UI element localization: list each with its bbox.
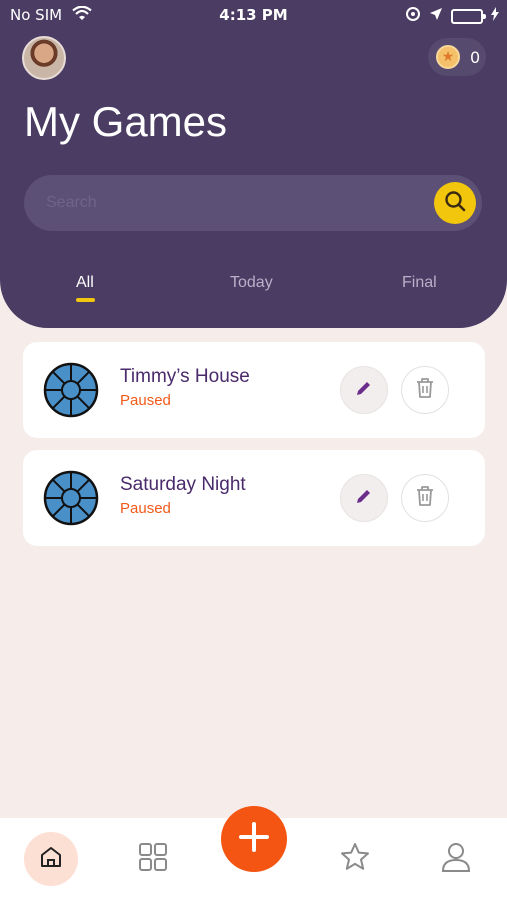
game-name: Timmy’s House	[120, 366, 250, 387]
status-bar: No SIM 4:13 PM	[0, 0, 507, 30]
delete-game-button[interactable]	[401, 366, 449, 414]
game-status: Paused	[120, 500, 171, 517]
search-icon	[443, 189, 467, 217]
search-bar	[24, 175, 482, 231]
nav-home[interactable]	[24, 832, 78, 886]
trash-icon	[414, 484, 436, 512]
trash-icon	[414, 376, 436, 404]
game-wheel-icon	[43, 362, 99, 418]
pencil-icon	[354, 486, 374, 510]
location-arrow-icon	[429, 7, 443, 25]
nav-profile[interactable]	[429, 832, 483, 886]
location-lock-icon	[405, 6, 421, 26]
game-card[interactable]: Saturday Night Paused	[23, 450, 485, 546]
game-name: Saturday Night	[120, 474, 246, 495]
add-game-button[interactable]	[221, 806, 287, 872]
grid-icon	[138, 842, 168, 876]
profile-icon	[440, 841, 472, 877]
delete-game-button[interactable]	[401, 474, 449, 522]
game-card[interactable]: Timmy’s House Paused	[23, 342, 485, 438]
page-title: My Games	[24, 98, 228, 145]
search-button[interactable]	[434, 182, 476, 224]
coin-balance[interactable]: ★ 0	[428, 38, 486, 76]
add-icon	[238, 821, 270, 857]
active-tab-indicator	[76, 298, 95, 302]
battery-icon	[451, 8, 486, 24]
search-input[interactable]	[46, 175, 426, 231]
tab-today[interactable]: Today	[230, 274, 273, 292]
nav-favorites[interactable]	[328, 832, 382, 886]
tab-all[interactable]: All	[76, 274, 94, 292]
edit-game-button[interactable]	[340, 366, 388, 414]
user-avatar[interactable]	[22, 36, 66, 80]
game-wheel-icon	[43, 470, 99, 526]
coin-star-icon: ★	[436, 45, 460, 69]
home-icon	[38, 844, 64, 874]
edit-game-button[interactable]	[340, 474, 388, 522]
coin-count: 0	[470, 47, 481, 67]
star-icon	[339, 841, 371, 877]
tab-final[interactable]: Final	[402, 274, 437, 292]
nav-grid[interactable]	[126, 832, 180, 886]
filter-tabs: All Today Final	[0, 272, 507, 312]
charging-icon	[491, 7, 499, 25]
pencil-icon	[354, 378, 374, 402]
game-status: Paused	[120, 392, 171, 409]
